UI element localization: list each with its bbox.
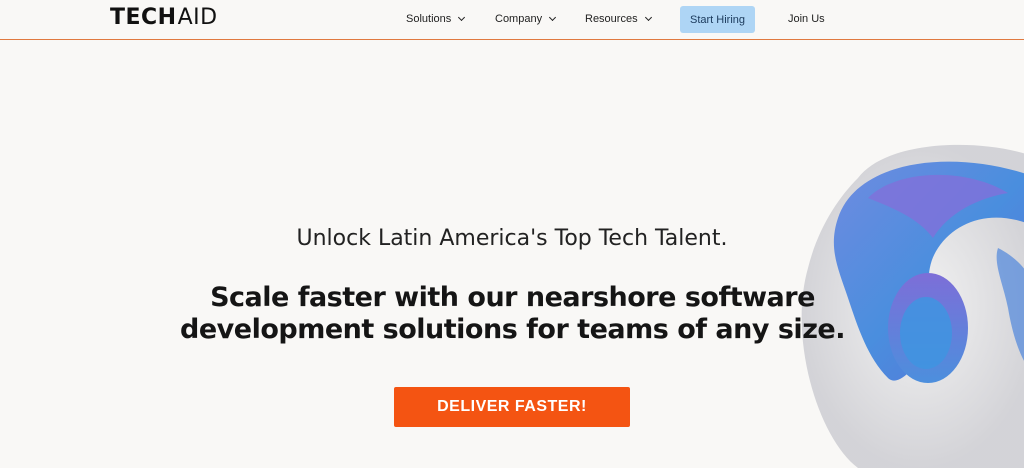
nav-label-solutions: Solutions: [406, 13, 452, 25]
top-navigation: TECH AID Solutions Company Resources Star…: [0, 0, 1024, 40]
techaid-logo[interactable]: TECH AID: [110, 4, 218, 30]
nav-item-resources[interactable]: Resources: [585, 13, 652, 25]
join-us-link[interactable]: Join Us: [788, 13, 825, 25]
hero-tagline: Unlock Latin America's Top Tech Talent.: [296, 226, 728, 251]
nav-item-company[interactable]: Company: [495, 13, 557, 25]
hero-headline: Scale faster with our nearshore software…: [170, 282, 855, 346]
hero-headline-line-2: development solutions for teams of any s…: [180, 314, 845, 345]
chevron-down-icon: [644, 13, 652, 21]
hero-headline-line-1: Scale faster with our nearshore software: [210, 282, 815, 313]
logo-text-tech: TECH: [110, 4, 177, 30]
nav-item-solutions[interactable]: Solutions: [406, 13, 466, 25]
nav-label-company: Company: [495, 13, 543, 25]
logo-text-aid: AID: [177, 4, 218, 30]
chevron-down-icon: [458, 13, 466, 21]
nav-label-resources: Resources: [585, 13, 638, 25]
deliver-faster-button[interactable]: DELIVER FASTER!: [394, 387, 630, 427]
chevron-down-icon: [549, 13, 557, 21]
start-hiring-button[interactable]: Start Hiring: [680, 6, 755, 33]
